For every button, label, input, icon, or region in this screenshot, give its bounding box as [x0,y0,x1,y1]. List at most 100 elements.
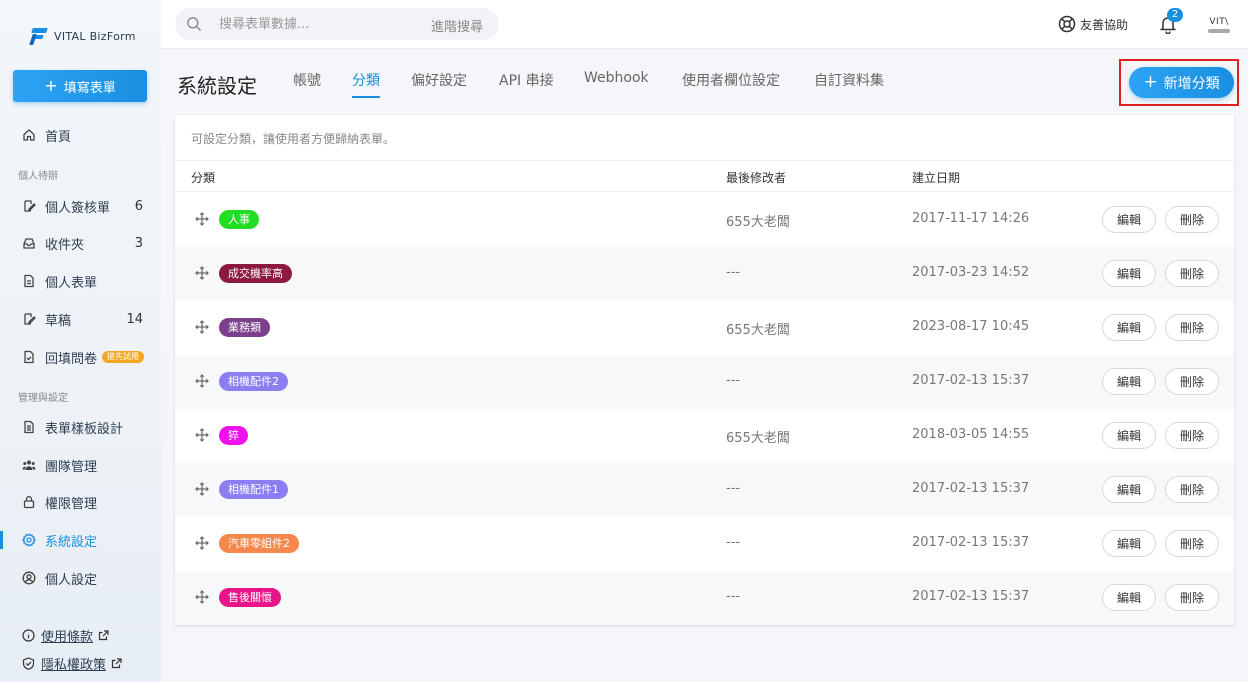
home-icon [22,128,36,142]
tab-api[interactable]: API 串接 [499,70,554,96]
add-category-button[interactable]: + 新增分類 [1129,67,1234,98]
delete-button[interactable]: 刪除 [1165,584,1219,611]
created-date: 2017-02-13 15:37 [912,589,1030,604]
created-date: 2017-02-13 15:37 [912,481,1030,496]
tab-user-fields[interactable]: 使用者欄位設定 [682,70,780,96]
column-category: 分類 [191,171,216,185]
notification-badge: 2 [1167,8,1183,22]
delete-button[interactable]: 刪除 [1165,314,1219,341]
tab-categories[interactable]: 分類 [352,70,380,98]
edit-button[interactable]: 編輯 [1102,422,1156,449]
brand-name: VITAL BizForm [54,29,136,43]
tab-preferences[interactable]: 偏好設定 [411,70,467,96]
privacy-link[interactable]: 隱私權政策 [22,654,122,673]
plus-icon: + [1143,72,1158,92]
category-tag: 人事 [219,210,259,229]
hint-text: 可設定分類，讓使用者方便歸納表單。 [191,132,396,146]
edit-button[interactable]: 編輯 [1102,368,1156,395]
category-tag: 業務類 [219,318,270,337]
delete-button[interactable]: 刪除 [1165,476,1219,503]
sidebar-item-inbox[interactable]: 收件夾 3 [0,228,161,258]
last-modifier: 655大老闆 [726,215,790,230]
survey-icon [22,350,36,364]
edit-button[interactable]: 編輯 [1102,584,1156,611]
categories-card: 可設定分類，讓使用者方便歸納表單。 分類 最後修改者 建立日期 人事 655大老闆… [175,115,1234,625]
tab-account[interactable]: 帳號 [293,70,321,96]
category-tag: 售後關懷 [219,588,281,607]
table-row: 汽車零組件2 --- 2017-02-13 15:37 編輯 刪除 [175,517,1234,571]
drag-handle-icon[interactable] [195,536,209,550]
sidebar-item-drafts[interactable]: 草稿 14 [0,304,161,334]
column-created: 建立日期 [912,171,961,185]
advanced-search-link[interactable]: 進階搜尋 [431,16,483,35]
category-tag: 猝 [219,426,248,445]
external-link-icon [111,658,122,669]
category-tag: 成交機率高 [219,264,292,283]
drag-handle-icon[interactable] [195,590,209,604]
delete-button[interactable]: 刪除 [1165,422,1219,449]
drag-handle-icon[interactable] [195,320,209,334]
delete-button[interactable]: 刪除 [1165,368,1219,395]
edit-button[interactable]: 編輯 [1102,314,1156,341]
sidebar-item-personal-forms[interactable]: 個人表單 [0,266,161,296]
page-title: 系統設定 [177,74,257,98]
drag-handle-icon[interactable] [195,428,209,442]
help-button[interactable]: 友善協助 [1058,15,1128,33]
delete-button[interactable]: 刪除 [1165,530,1219,557]
table-row: 相機配件1 --- 2017-02-13 15:37 編輯 刪除 [175,463,1234,517]
edit-button[interactable]: 編輯 [1102,260,1156,287]
sidebar-item-personal-sign[interactable]: 個人簽核單 6 [0,191,161,221]
user-icon [22,571,36,585]
sidebar-item-survey[interactable]: 回填問卷 搶先試用 [0,342,161,372]
created-date: 2023-08-17 10:45 [912,319,1030,334]
created-date: 2017-02-13 15:37 [912,373,1030,388]
sidebar-item-team[interactable]: 團隊管理 [0,450,161,480]
sign-icon [22,199,36,213]
search-box: 進階搜尋 [175,8,499,40]
tab-webhook[interactable]: Webhook [584,70,649,92]
sidebar-item-template-design[interactable]: 表單樣板設計 [0,412,161,442]
sidebar-item-home[interactable]: 首頁 [0,120,161,150]
edit-button[interactable]: 編輯 [1102,206,1156,233]
draft-icon [22,312,36,326]
sidebar-item-system-settings[interactable]: 系統設定 [0,525,161,555]
table-row: 人事 655大老闆 2017-11-17 14:26 編輯 刪除 [175,193,1234,247]
sidebar-item-personal-settings[interactable]: 個人設定 [0,563,161,593]
table-row: 猝 655大老闆 2018-03-05 14:55 編輯 刪除 [175,409,1234,463]
drag-handle-icon[interactable] [195,374,209,388]
drag-handle-icon[interactable] [195,212,209,226]
search-icon[interactable] [186,16,202,36]
drag-handle-icon[interactable] [195,482,209,496]
inbox-icon [22,236,36,250]
sidebar-item-permissions[interactable]: 權限管理 [0,487,161,517]
beta-badge: 搶先試用 [102,351,145,363]
external-link-icon [98,630,109,641]
table-row: 售後關懷 --- 2017-02-13 15:37 編輯 刪除 [175,571,1234,625]
team-icon [22,458,36,472]
category-tag: 相機配件1 [219,480,288,499]
last-modifier: --- [726,481,741,496]
drag-handle-icon[interactable] [195,266,209,280]
delete-button[interactable]: 刪除 [1165,206,1219,233]
shield-icon [22,657,35,670]
delete-button[interactable]: 刪除 [1165,260,1219,287]
fill-form-button[interactable]: + 填寫表單 [13,70,147,102]
logo-icon [29,27,48,45]
info-icon [22,629,35,642]
column-modifier: 最後修改者 [726,171,787,185]
plus-icon: + [44,76,58,95]
created-date: 2017-03-23 14:52 [912,265,1030,280]
edit-button[interactable]: 編輯 [1102,530,1156,557]
edit-button[interactable]: 編輯 [1102,476,1156,503]
table-row: 成交機率高 --- 2017-03-23 14:52 編輯 刪除 [175,247,1234,301]
category-tag: 相機配件2 [219,372,288,391]
terms-link[interactable]: 使用條款 [22,626,109,645]
brand-logo[interactable]: VITAL BizForm [29,27,136,45]
count-badge: 6 [134,198,143,214]
avatar[interactable]: VIT\ [1204,11,1234,39]
tab-custom-datasets[interactable]: 自訂資料集 [814,70,884,96]
template-icon [22,420,36,434]
gear-icon [22,533,36,547]
count-badge: 14 [126,311,143,327]
search-input[interactable] [219,14,419,34]
